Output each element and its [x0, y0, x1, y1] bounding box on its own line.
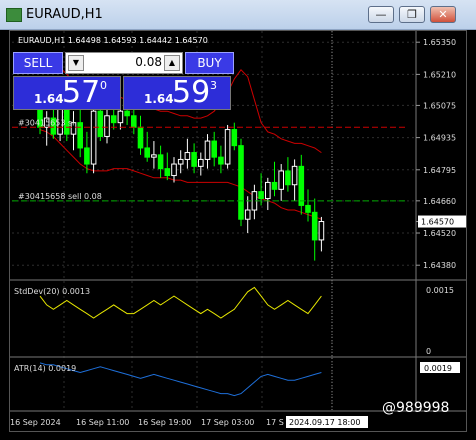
- candle-body: [218, 156, 224, 165]
- sell-price-prefix: 1.64: [34, 92, 64, 106]
- time-label: 16 Sep 2024: [10, 418, 61, 427]
- candle-body: [137, 126, 144, 149]
- price-label: 1.65075: [423, 101, 456, 110]
- candle-body: [124, 110, 130, 117]
- sell-price-sup: 0: [100, 79, 107, 92]
- current-price-label: 1.64570: [421, 218, 454, 227]
- buy-price-prefix: 1.64: [144, 92, 174, 106]
- candle-body: [104, 115, 110, 137]
- candle-body: [298, 165, 305, 206]
- candle-body: [311, 211, 318, 241]
- candle-body: [171, 163, 177, 177]
- price-label: 1.64520: [423, 229, 456, 238]
- stddev-axis-top: 0.0015: [426, 286, 454, 295]
- price-label: 1.65350: [423, 38, 456, 47]
- candle-body: [110, 115, 117, 124]
- restore-button[interactable]: ❐: [399, 6, 425, 23]
- buy-button[interactable]: BUY: [185, 52, 234, 74]
- stddev-axis-bottom: 0: [426, 347, 431, 356]
- time-label: 17 S: [266, 418, 284, 427]
- candle-body: [238, 145, 244, 220]
- order-label: #30415658 sell 0.08: [18, 192, 102, 201]
- candle-body: [198, 158, 204, 167]
- candle-body: [90, 110, 97, 165]
- sell-price-big: 57: [62, 75, 101, 110]
- time-label: 16 Sep 19:00: [138, 418, 191, 427]
- candle-body: [151, 154, 157, 158]
- chart-header: EURAUD,H1 1.64498 1.64593 1.64442 1.6457…: [18, 36, 208, 45]
- time-label: 17 Sep 03:00: [201, 418, 254, 427]
- candle-body: [84, 147, 90, 165]
- close-button[interactable]: ✕: [430, 6, 456, 23]
- price-label: 1.64935: [423, 134, 456, 143]
- candle-body: [231, 129, 238, 147]
- candle-body: [184, 152, 191, 160]
- lot-increase-button[interactable]: ▲: [164, 55, 180, 71]
- candle-body: [204, 140, 211, 160]
- atr-line: [39, 362, 322, 397]
- chart-app-icon: [6, 8, 22, 22]
- candle-body: [211, 140, 217, 158]
- candle-body: [77, 122, 84, 149]
- candle-body: [278, 170, 284, 190]
- price-label: 1.65210: [423, 70, 456, 79]
- candle-body: [191, 152, 197, 167]
- stop-loss-label: #30415653 sl: [18, 118, 74, 127]
- buy-price-sup: 3: [210, 79, 217, 92]
- candle-body: [285, 170, 291, 186]
- candle-body: [144, 147, 150, 158]
- sell-button[interactable]: SELL: [13, 52, 63, 74]
- candle-body: [164, 168, 171, 177]
- window-titlebar[interactable]: EURAUD,H1 — ❐ ✕: [0, 0, 476, 30]
- watermark: @989998: [382, 400, 450, 416]
- candle-body: [224, 129, 231, 165]
- minimize-button[interactable]: —: [368, 6, 394, 23]
- stddev-label: StdDev(20) 0.0013: [14, 287, 90, 296]
- time-cursor-label: 2024.09.17 18:00: [289, 418, 360, 427]
- candle-body: [117, 110, 124, 124]
- time-label: 16 Sep 11:00: [76, 418, 129, 427]
- price-label: 1.64660: [423, 197, 456, 206]
- candle-body: [271, 181, 278, 190]
- candle-body: [318, 221, 325, 241]
- candle-body: [177, 158, 184, 165]
- lot-size-value[interactable]: 0.08: [86, 55, 162, 69]
- candle-body: [97, 110, 104, 137]
- lot-decrease-button[interactable]: ▼: [68, 55, 84, 71]
- window-title: EURAUD,H1: [26, 7, 103, 22]
- atr-label: ATR(14) 0.0019: [14, 364, 76, 373]
- candle-body: [265, 181, 271, 200]
- candle-body: [157, 154, 164, 170]
- candle-body: [291, 165, 298, 186]
- candle-body: [244, 209, 251, 220]
- atr-value: 0.0019: [424, 364, 452, 373]
- candle-body: [305, 204, 311, 213]
- price-label: 1.64795: [423, 166, 456, 175]
- buy-price-box[interactable]: 1.64 59 3: [123, 75, 231, 110]
- buy-price-big: 59: [172, 75, 211, 110]
- one-click-trading-panel: SELL ▼ 0.08 ▲ BUY 1.64 57 0 1.64 59 3: [13, 52, 234, 110]
- price-label: 1.64380: [423, 261, 456, 270]
- candle-body: [131, 115, 137, 128]
- lot-size-input[interactable]: ▼ 0.08 ▲: [65, 52, 183, 74]
- sell-price-box[interactable]: 1.64 57 0: [13, 75, 121, 110]
- candle-body: [258, 191, 264, 200]
